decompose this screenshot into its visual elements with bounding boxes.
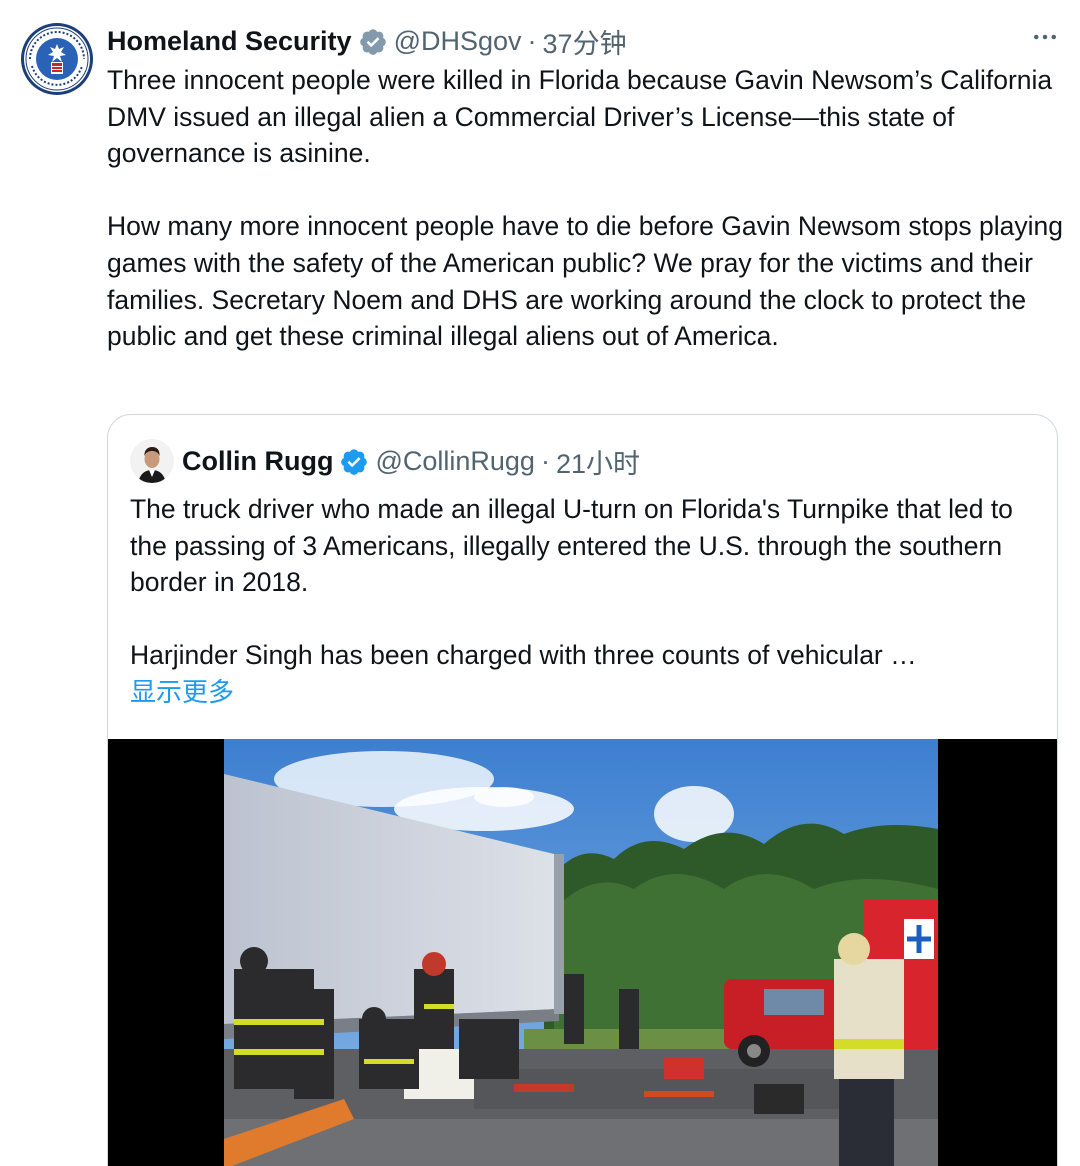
author-handle[interactable]: @DHSgov [394, 26, 522, 57]
quoted-paragraph: The truck driver who made an illegal U-t… [130, 494, 1013, 598]
quoted-tweet-body: The truck driver who made an illegal U-t… [130, 491, 1035, 711]
quoted-author-handle[interactable]: @CollinRugg [375, 446, 534, 477]
tweet-timestamp[interactable]: 37分钟 [543, 22, 627, 61]
verified-badge-icon[interactable] [358, 27, 388, 57]
more-horizontal-icon[interactable] [1030, 22, 1060, 60]
author-name[interactable]: Homeland Security [107, 26, 352, 57]
tweet-paragraph: Three innocent people were killed in Flo… [107, 65, 1053, 169]
quoted-author-avatar[interactable] [130, 439, 174, 483]
crash-scene-image [224, 739, 938, 1166]
dhs-seal-logo [18, 20, 96, 98]
quoted-tweet-timestamp[interactable]: 21小时 [556, 442, 640, 481]
quoted-tweet-header: Collin Rugg @CollinRugg · 21小时 [130, 439, 640, 483]
quoted-tweet-card[interactable]: Collin Rugg @CollinRugg · 21小时 The truck… [107, 414, 1058, 1166]
separator-dot: · [540, 445, 550, 476]
author-avatar[interactable] [18, 20, 96, 98]
video-thumbnail[interactable] [108, 739, 1057, 1166]
tweet-paragraph: How many more innocent people have to di… [107, 211, 1063, 352]
separator-dot: · [527, 25, 537, 56]
verified-badge-icon[interactable] [339, 447, 369, 477]
tweet-header: Homeland Security @DHSgov · 37分钟 [107, 22, 1060, 61]
tweet-body: Three innocent people were killed in Flo… [107, 62, 1067, 355]
quoted-author-name[interactable]: Collin Rugg [182, 446, 333, 477]
show-more-link[interactable]: 显示更多 [130, 674, 1035, 711]
quoted-paragraph: Harjinder Singh has been charged with th… [130, 640, 917, 671]
